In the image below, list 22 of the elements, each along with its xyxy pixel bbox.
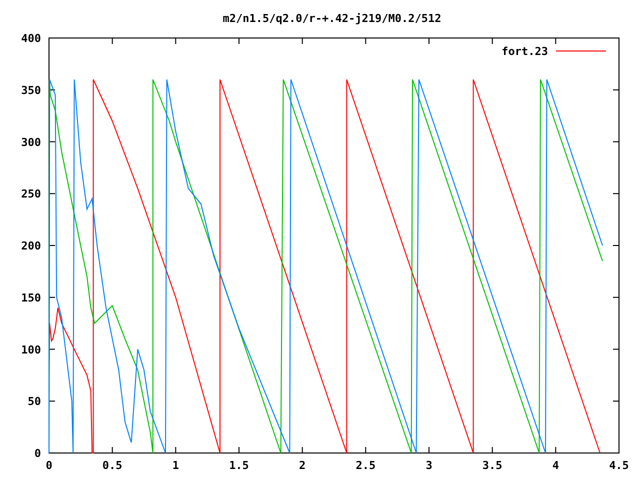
y-tick-label: 150	[21, 291, 41, 304]
x-tick-label: 2	[299, 459, 306, 472]
chart-title: m2/n1.5/q2.0/r-+.42-j219/M0.2/512	[222, 12, 442, 25]
y-tick-label: 100	[21, 343, 41, 356]
x-tick-label: 3	[426, 459, 432, 472]
y-tick-label: 200	[21, 240, 41, 252]
x-tick-label: 4	[552, 459, 559, 472]
x-tick-label: 1.5	[229, 459, 249, 472]
x-tick-label: 2.5	[356, 459, 376, 472]
y-tick-label: 50	[28, 395, 41, 408]
y-tick-label: 300	[21, 136, 41, 149]
x-tick-label: 0.5	[102, 459, 122, 472]
x-tick-label: 4.5	[609, 459, 629, 472]
y-tick-label: 350	[21, 84, 41, 97]
legend-label: fort.23	[502, 45, 548, 58]
x-tick-label: 1	[172, 459, 179, 472]
y-tick-label: 250	[21, 188, 41, 201]
x-tick-label: 3.5	[482, 459, 502, 472]
y-tick-label: 400	[21, 32, 41, 45]
x-tick-label: 0	[46, 459, 52, 472]
legend-line	[556, 50, 606, 52]
y-tick-label: 0	[34, 447, 41, 460]
